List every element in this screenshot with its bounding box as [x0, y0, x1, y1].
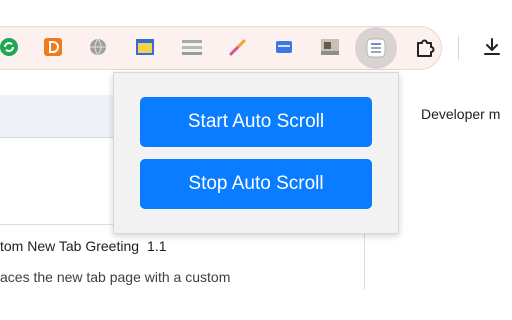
extension-card-title: tom New Tab Greeting 1.1	[0, 238, 167, 254]
sync-icon[interactable]	[0, 36, 20, 58]
download-icon[interactable]	[481, 36, 503, 58]
extension-name: tom New Tab Greeting	[0, 238, 140, 254]
sidebar-divider	[0, 137, 120, 138]
cards-icon[interactable]	[273, 36, 295, 58]
stripes-icon[interactable]	[181, 36, 203, 58]
window-icon[interactable]	[134, 36, 156, 58]
sidebar-highlight	[0, 95, 120, 137]
photo-icon[interactable]	[319, 36, 341, 58]
pipette-icon[interactable]	[227, 36, 249, 58]
start-auto-scroll-button[interactable]: Start Auto Scroll	[140, 97, 372, 147]
auto-scroll-popup: Start Auto Scroll Stop Auto Scroll	[113, 72, 399, 234]
extension-version: 1.1	[147, 238, 167, 254]
extension-description: aces the new tab page with a custom	[0, 269, 231, 285]
developer-mode-label: Developer m	[421, 106, 501, 122]
puzzle-icon[interactable]	[414, 36, 436, 58]
auto-scroll-icon[interactable]	[355, 27, 397, 69]
globe-icon[interactable]	[87, 36, 109, 58]
toolbar-separator	[458, 36, 459, 60]
orange-d-icon[interactable]	[42, 36, 64, 58]
stop-auto-scroll-button[interactable]: Stop Auto Scroll	[140, 159, 372, 209]
